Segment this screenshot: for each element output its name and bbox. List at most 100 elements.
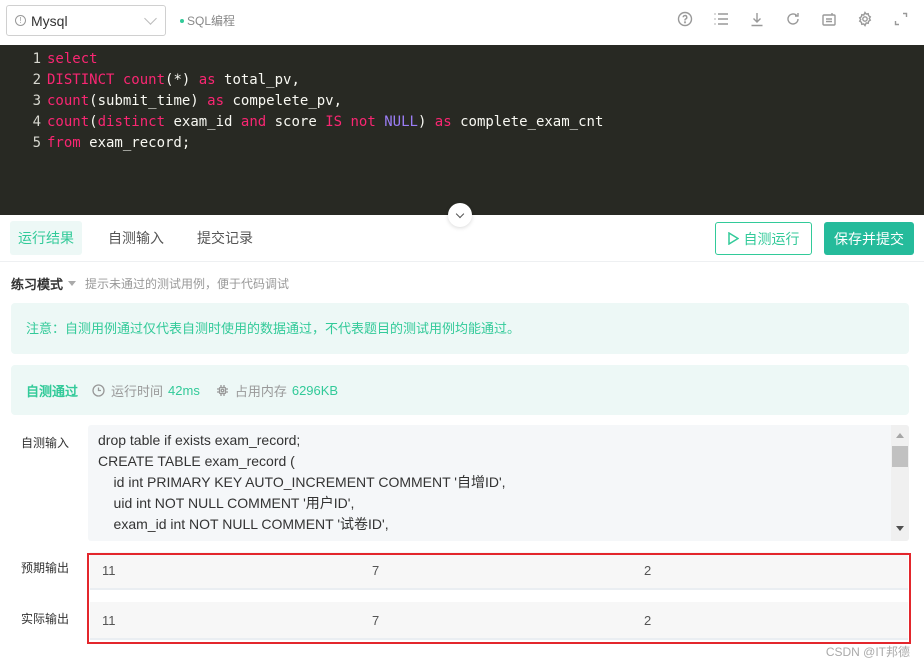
chevron-down-icon bbox=[144, 12, 157, 25]
code-text[interactable]: count(submit_time) as compelete_pv, bbox=[47, 91, 342, 112]
code-token: ( bbox=[89, 114, 98, 130]
line-number: 3 bbox=[32, 93, 41, 109]
download-button[interactable] bbox=[748, 10, 766, 28]
editor-toolbar bbox=[676, 10, 910, 28]
mode-tag-label: SQL编程 bbox=[187, 14, 236, 28]
fullscreen-icon bbox=[894, 12, 908, 26]
chevron-down-icon bbox=[455, 209, 465, 218]
sql-keyword: IS not bbox=[325, 114, 376, 130]
help-icon bbox=[677, 11, 693, 27]
run-button-label: 自测运行 bbox=[743, 230, 800, 247]
sql-keyword: DISTINCT count bbox=[47, 72, 166, 88]
line-number: 1 bbox=[32, 51, 41, 67]
code-token: exam_record; bbox=[80, 135, 191, 151]
code-token: exam_id bbox=[165, 114, 241, 130]
code-text[interactable]: from exam_record; bbox=[47, 133, 190, 154]
code-token: ) bbox=[417, 114, 435, 130]
scrollbar-thumb[interactable] bbox=[892, 446, 908, 467]
run-status-panel: 自测通过 运行时间 42ms 占用内存 6296KB bbox=[11, 365, 909, 415]
code-token: (submit_time) bbox=[89, 93, 208, 109]
tab-submit-history[interactable]: 提交记录 bbox=[189, 221, 261, 255]
self-test-run-button[interactable]: 自测运行 bbox=[715, 222, 812, 255]
actual-output-cell: 7 bbox=[372, 612, 380, 628]
sql-keyword: as bbox=[207, 93, 225, 109]
collapse-editor-button[interactable] bbox=[448, 203, 472, 227]
code-token: (*) bbox=[165, 72, 199, 88]
actual-output-cell: 2 bbox=[644, 612, 652, 628]
code-token: compelete_pv, bbox=[224, 93, 343, 109]
actual-output-row: 11 7 2 bbox=[90, 602, 908, 640]
sql-keyword: as bbox=[434, 114, 452, 130]
code-text[interactable]: select bbox=[47, 49, 98, 70]
caret-down-icon[interactable] bbox=[68, 281, 77, 286]
download-icon bbox=[751, 13, 763, 27]
sql-keyword: count bbox=[47, 93, 90, 109]
practice-mode: 练习模式 提示未通过的测试用例，便于代码调试 bbox=[11, 274, 289, 293]
scrollbar[interactable] bbox=[891, 425, 909, 541]
list-button[interactable] bbox=[712, 10, 730, 28]
practice-mode-dropdown[interactable]: 练习模式 bbox=[11, 274, 63, 293]
settings-button[interactable] bbox=[856, 10, 874, 28]
line-number: 5 bbox=[32, 135, 41, 151]
code-line[interactable]: 4 count(distinct exam_id and score IS not… bbox=[0, 112, 924, 133]
tab-self-test-input[interactable]: 自测输入 bbox=[100, 221, 172, 255]
line-number: 4 bbox=[32, 114, 41, 130]
code-text[interactable]: count(distinct exam_id and score IS not … bbox=[47, 112, 603, 133]
code-line[interactable]: 2 DISTINCT count(*) as total_pv, bbox=[0, 70, 924, 91]
self-input-text[interactable]: drop table if exists exam_record; CREATE… bbox=[88, 425, 909, 535]
refresh-icon bbox=[787, 13, 799, 25]
play-icon bbox=[727, 232, 739, 245]
actual-output-cell: 11 bbox=[102, 612, 116, 628]
language-select[interactable]: ! Mysql bbox=[6, 5, 166, 36]
notice-banner: 注意：自测用例通过仅代表自测时使用的数据通过，不代表题目的测试用例均能通过。 bbox=[11, 303, 909, 354]
line-number: 2 bbox=[32, 72, 41, 88]
runtime-value: 42ms bbox=[168, 382, 200, 398]
status-result: 自测通过 bbox=[26, 383, 79, 399]
fullscreen-button[interactable] bbox=[892, 10, 910, 28]
clock-icon bbox=[92, 383, 105, 397]
code-editor[interactable]: 1 select 2 DISTINCT count(*) as total_pv, 3 c… bbox=[0, 45, 924, 215]
scroll-up-arrow-icon[interactable] bbox=[896, 433, 904, 438]
self-input-label: 自测输入 bbox=[21, 436, 70, 450]
keyboard-icon bbox=[822, 13, 836, 26]
expected-output-cell: 11 bbox=[102, 562, 116, 578]
sql-keyword: from bbox=[47, 135, 81, 151]
code-text[interactable]: DISTINCT count(*) as total_pv, bbox=[47, 70, 300, 91]
code-token: complete_exam_cnt bbox=[451, 114, 604, 130]
status-dot bbox=[180, 18, 184, 23]
sql-keyword: as bbox=[198, 72, 216, 88]
watermark: CSDN @IT邦德 bbox=[825, 645, 910, 659]
mode-tag: SQL编程 bbox=[180, 12, 235, 29]
expected-output-row: 11 7 2 bbox=[90, 552, 908, 590]
expected-output-cell: 7 bbox=[372, 562, 380, 578]
help-button[interactable] bbox=[676, 10, 694, 28]
code-line[interactable]: 1 select bbox=[0, 49, 924, 70]
expected-output-label: 预期输出 bbox=[21, 561, 70, 575]
save-and-submit-button[interactable]: 保存并提交 bbox=[824, 222, 914, 255]
sql-keyword: distinct bbox=[97, 114, 166, 130]
code-token: total_pv, bbox=[215, 72, 300, 88]
list-icon bbox=[714, 13, 728, 25]
practice-mode-hint: 提示未通过的测试用例，便于代码调试 bbox=[85, 277, 290, 291]
code-line[interactable]: 5 from exam_record; bbox=[0, 133, 924, 154]
settings-icon bbox=[858, 11, 872, 27]
refresh-button[interactable] bbox=[784, 10, 802, 28]
memory-value: 6296KB bbox=[291, 382, 339, 398]
top-bar: ! Mysql SQL编程 bbox=[0, 0, 924, 45]
code-line[interactable]: 3 count(submit_time) as compelete_pv, bbox=[0, 91, 924, 112]
sql-keyword: and bbox=[240, 114, 267, 130]
code-token: score bbox=[266, 114, 326, 130]
runtime-label: 运行时间 bbox=[111, 383, 164, 399]
language-value: Mysql bbox=[31, 12, 68, 29]
self-input-textarea[interactable]: drop table if exists exam_record; CREATE… bbox=[88, 425, 909, 541]
expected-output-cell: 2 bbox=[644, 562, 652, 578]
memory-label: 占用内存 bbox=[234, 383, 287, 399]
keyboard-button[interactable] bbox=[820, 10, 838, 28]
sql-keyword: count bbox=[47, 114, 90, 130]
sql-keyword: select bbox=[47, 51, 98, 67]
tab-run-result[interactable]: 运行结果 bbox=[10, 221, 82, 255]
chip-icon bbox=[216, 384, 229, 397]
scroll-down-arrow-icon[interactable] bbox=[896, 526, 904, 531]
info-icon: ! bbox=[15, 15, 26, 26]
